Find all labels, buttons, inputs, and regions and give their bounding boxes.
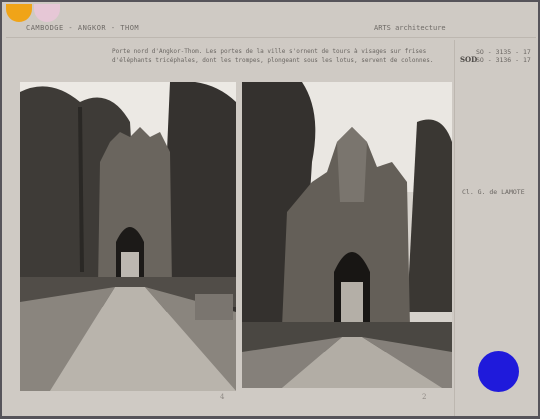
photo-number: 2 <box>422 393 427 401</box>
reference-line: SO - 3136 - 17 <box>476 56 531 64</box>
column-divider <box>454 40 455 416</box>
photo-right <box>242 82 452 388</box>
photo-credit: Cl. G. de LAMOTE <box>462 188 525 196</box>
blue-sticker <box>478 351 519 392</box>
photo-caption: Porte nord d'Angkor-Thom. Les portes de … <box>112 48 434 64</box>
photo-left <box>20 82 236 391</box>
header-divider <box>6 37 536 38</box>
sod-logo: SOD <box>460 55 478 64</box>
archive-card: CAMBODGE - ANGKOR - THOM ARTS architectu… <box>2 2 538 416</box>
reference-numbers: SO - 3135 - 17 SO - 3136 - 17 <box>476 48 531 64</box>
card-header-title: CAMBODGE - ANGKOR - THOM <box>26 24 140 32</box>
card-header-category: ARTS architecture <box>374 24 446 32</box>
photo-number: 4 <box>220 393 225 401</box>
reference-line: SO - 3135 - 17 <box>476 48 531 56</box>
pink-tab-marker <box>34 4 60 22</box>
orange-tab-marker <box>6 4 32 22</box>
